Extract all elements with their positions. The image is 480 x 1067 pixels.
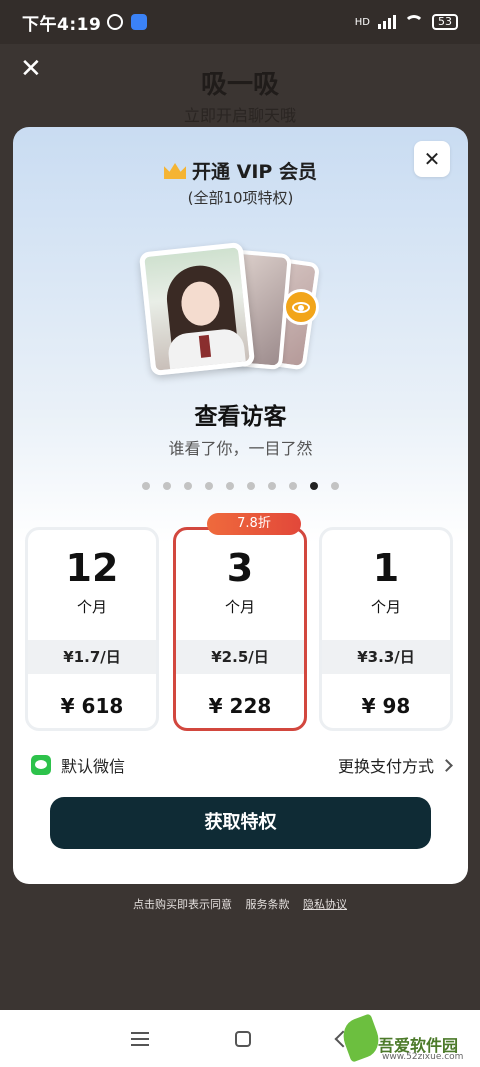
status-time: 下午4:19: [22, 14, 102, 35]
carousel-dot[interactable]: [310, 482, 318, 490]
network-label: HD: [354, 16, 370, 28]
get-privileges-button[interactable]: 获取特权: [50, 797, 431, 849]
plan-unit: 个月: [224, 598, 255, 616]
carousel-dot[interactable]: [289, 482, 297, 490]
battery-icon: 53: [432, 14, 458, 30]
crown-icon: [164, 163, 187, 179]
plan-unit: 个月: [370, 598, 401, 616]
home-icon[interactable]: [235, 1030, 251, 1047]
discount-badge: 7.8折: [207, 513, 301, 535]
plan-daily-price: ¥3.3/日: [322, 640, 450, 674]
plan-duration: 1: [372, 546, 400, 590]
app-notification-icon: [131, 14, 148, 30]
portrait-tie: [198, 334, 212, 358]
privacy-policy-link[interactable]: 隐私协议: [303, 898, 347, 911]
eye-icon-badge: [283, 289, 319, 325]
feature-illustration: [137, 241, 337, 383]
watermark-logo-icon: [338, 1013, 384, 1063]
wifi-icon: [404, 15, 424, 29]
carousel-dot[interactable]: [142, 482, 150, 490]
page-title: 吸一吸: [200, 70, 279, 100]
plan-unit: 个月: [76, 598, 107, 616]
plan-card-12-months[interactable]: 12 个月 ¥1.7/日 ¥ 618: [25, 527, 159, 731]
photo-card-front: [138, 241, 256, 377]
carousel-dot[interactable]: [205, 482, 213, 490]
signal-icon: [378, 15, 396, 29]
carousel-dot[interactable]: [226, 482, 234, 490]
carousel-dot[interactable]: [247, 482, 255, 490]
terms-prefix: 点击购买即表示同意: [133, 898, 232, 911]
default-payment-label: 默认微信: [61, 757, 126, 776]
plan-price: ¥ 228: [208, 694, 272, 718]
page-subtitle: 立即开启聊天哦: [183, 106, 296, 125]
menu-icon[interactable]: [131, 1031, 149, 1046]
plan-card-1-month[interactable]: 1 个月 ¥3.3/日 ¥ 98: [319, 527, 453, 731]
status-bar: 下午4:19 HD 53: [0, 0, 480, 44]
change-payment-button[interactable]: 更换支付方式: [337, 753, 453, 777]
vip-title: 开通 VIP 会员: [13, 157, 468, 184]
watermark-url: www.52zixue.com: [382, 1052, 464, 1062]
carousel-dot[interactable]: [331, 482, 339, 490]
status-icons: HD 53: [355, 14, 458, 30]
wechat-icon: [31, 755, 51, 775]
vip-title-text: 开通 VIP 会员: [192, 161, 317, 183]
plan-options: 7.8折 12 个月 ¥1.7/日 ¥ 618 3 个月 ¥2.5/日 ¥ 22…: [25, 513, 456, 733]
carousel-dot[interactable]: [163, 482, 171, 490]
carousel-dot[interactable]: [184, 482, 192, 490]
terms-line: 点击购买即表示同意 服务条款 隐私协议: [0, 896, 480, 912]
plan-daily-price: ¥2.5/日: [176, 640, 304, 674]
carousel-dots[interactable]: [13, 482, 468, 490]
vip-modal: ✕ 开通 VIP 会员 (全部10项特权) 查看访客 谁看了你，一目了然 7.8…: [13, 127, 468, 884]
alarm-icon: [107, 14, 124, 30]
plan-card-3-months[interactable]: 3 个月 ¥2.5/日 ¥ 228: [173, 527, 307, 731]
change-payment-label: 更换支付方式: [337, 757, 434, 776]
carousel-dot[interactable]: [268, 482, 276, 490]
plan-price: ¥ 618: [60, 694, 124, 718]
service-terms-link[interactable]: 服务条款: [246, 898, 290, 911]
feature-description: 谁看了你，一目了然: [168, 439, 313, 458]
plan-duration: 3: [226, 546, 254, 590]
eye-icon: [292, 301, 310, 313]
plan-duration: 12: [65, 546, 119, 590]
plan-daily-price: ¥1.7/日: [28, 640, 156, 674]
payment-row: 默认微信 更换支付方式: [31, 753, 453, 777]
plan-price: ¥ 98: [361, 694, 411, 718]
chevron-right-icon: [440, 758, 453, 772]
vip-subtitle: (全部10项特权): [187, 189, 294, 207]
feature-title: 查看访客: [194, 404, 287, 430]
site-watermark: 吾爱软件园 www.52zixue.com: [338, 1012, 474, 1064]
